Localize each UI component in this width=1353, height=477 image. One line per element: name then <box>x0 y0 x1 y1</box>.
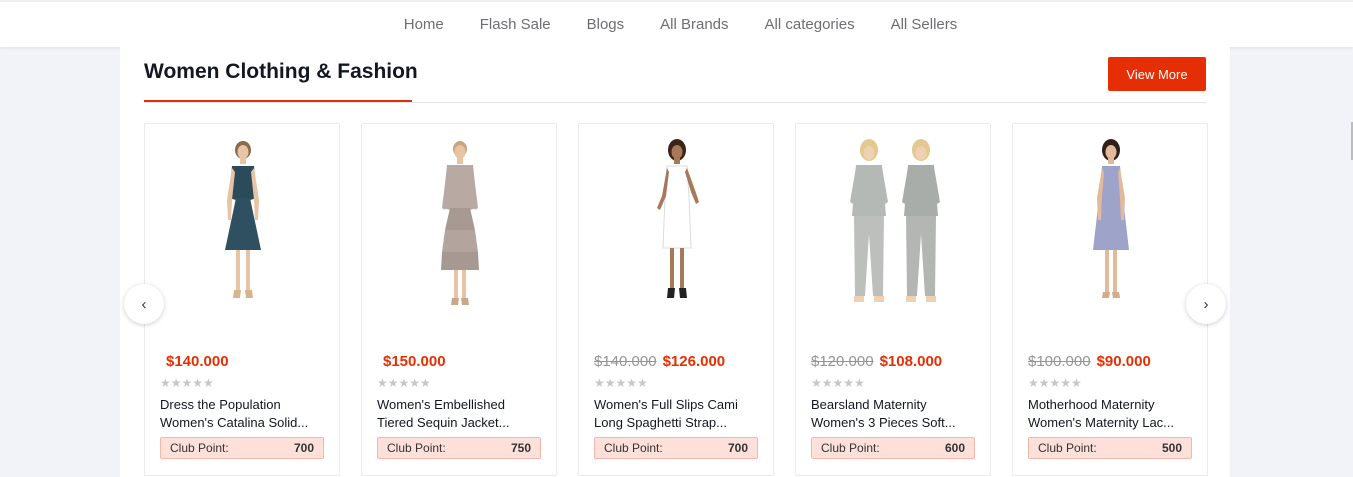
club-point-value: 600 <box>944 441 965 455</box>
section-title: Women Clothing & Fashion <box>144 60 418 83</box>
old-price: $100.000 <box>1028 353 1091 370</box>
product-name[interactable]: Motherhood Maternity Women's Maternity L… <box>1028 396 1196 432</box>
product-name-line1: Women's Embellished <box>377 397 505 412</box>
old-price: $120.000 <box>811 353 874 370</box>
product-carousel: $140.000 ★★★★★ Dress the Population Wome… <box>144 123 1208 476</box>
nav-menu: Home Flash Sale Blogs All Brands All cat… <box>0 2 1353 47</box>
product-image[interactable] <box>1013 138 1209 324</box>
product-name-line1: Bearsland Maternity <box>811 397 927 412</box>
section-divider <box>144 102 1206 103</box>
product-name-line1: Women's Full Slips Cami <box>594 397 738 412</box>
product-image[interactable] <box>362 138 558 324</box>
current-price: $90.000 <box>1096 353 1151 370</box>
product-image[interactable] <box>796 138 992 324</box>
price-row: $120.000 $108.000 <box>811 353 942 370</box>
price-row: $140.000 $126.000 <box>594 353 725 370</box>
view-more-button[interactable]: View More <box>1108 57 1206 91</box>
rating-stars: ★★★★★ <box>160 376 214 390</box>
chevron-right-icon: › <box>1203 295 1209 313</box>
price-row: $100.000 $90.000 <box>1028 353 1151 370</box>
nav-home[interactable]: Home <box>386 16 462 33</box>
current-price: $108.000 <box>879 353 943 370</box>
club-point-label: Club Point: <box>1038 441 1097 455</box>
rating-stars: ★★★★★ <box>811 376 865 390</box>
club-point-value: 750 <box>510 441 531 455</box>
club-point-label: Club Point: <box>170 441 229 455</box>
product-card[interactable]: $140.000 ★★★★★ Dress the Population Wome… <box>144 123 340 476</box>
price-row: $150.000 <box>377 353 446 370</box>
product-name-line2: Women's Catalina Solid... <box>160 415 309 430</box>
club-point-value: 500 <box>1161 441 1182 455</box>
product-name[interactable]: Bearsland Maternity Women's 3 Pieces Sof… <box>811 396 979 432</box>
club-point-label: Club Point: <box>604 441 663 455</box>
product-image[interactable] <box>145 138 341 324</box>
nav-all-brands[interactable]: All Brands <box>642 16 746 33</box>
nav-all-sellers[interactable]: All Sellers <box>873 16 976 33</box>
product-card[interactable]: $100.000 $90.000 ★★★★★ Motherhood Materni… <box>1012 123 1208 476</box>
rating-stars: ★★★★★ <box>594 376 648 390</box>
carousel-next-button[interactable]: › <box>1186 284 1226 324</box>
rating-stars: ★★★★★ <box>1028 376 1082 390</box>
carousel-prev-button[interactable]: ‹ <box>124 284 164 324</box>
product-card[interactable]: $150.000 ★★★★★ Women's Embellished Tiere… <box>361 123 557 476</box>
club-point-badge: Club Point: 700 <box>594 437 758 459</box>
product-name-line2: Women's 3 Pieces Soft... <box>811 415 956 430</box>
product-name-line2: Long Spaghetti Strap... <box>594 415 727 430</box>
club-point-label: Club Point: <box>387 441 446 455</box>
club-point-badge: Club Point: 750 <box>377 437 541 459</box>
rating-stars: ★★★★★ <box>377 376 431 390</box>
product-name-line2: Tiered Sequin Jacket... <box>377 415 510 430</box>
club-point-value: 700 <box>293 441 314 455</box>
product-name-line1: Dress the Population <box>160 397 281 412</box>
club-point-badge: Club Point: 700 <box>160 437 324 459</box>
club-point-value: 700 <box>727 441 748 455</box>
club-point-label: Club Point: <box>821 441 880 455</box>
product-name-line2: Women's Maternity Lac... <box>1028 415 1175 430</box>
product-card[interactable]: $120.000 $108.000 ★★★★★ Bearsland Materni… <box>795 123 991 476</box>
nav-all-categories[interactable]: All categories <box>747 16 873 33</box>
product-image[interactable] <box>579 138 775 324</box>
club-point-badge: Club Point: 500 <box>1028 437 1192 459</box>
chevron-left-icon: ‹ <box>141 295 147 313</box>
current-price: $140.000 <box>166 353 229 370</box>
nav-blogs[interactable]: Blogs <box>569 16 643 33</box>
product-name[interactable]: Women's Embellished Tiered Sequin Jacket… <box>377 396 545 432</box>
club-point-badge: Club Point: 600 <box>811 437 975 459</box>
product-name-line1: Motherhood Maternity <box>1028 397 1155 412</box>
women-clothing-section: Women Clothing & Fashion View More $140.… <box>120 47 1230 477</box>
nav-flash-sale[interactable]: Flash Sale <box>462 16 569 33</box>
product-name[interactable]: Dress the Population Women's Catalina So… <box>160 396 328 432</box>
current-price: $150.000 <box>383 353 446 370</box>
old-price: $140.000 <box>594 353 657 370</box>
current-price: $126.000 <box>662 353 726 370</box>
product-card[interactable]: $140.000 $126.000 ★★★★★ Women's Full Slip… <box>578 123 774 476</box>
top-navigation: Home Flash Sale Blogs All Brands All cat… <box>0 0 1353 47</box>
price-row: $140.000 <box>160 353 229 370</box>
product-name[interactable]: Women's Full Slips Cami Long Spaghetti S… <box>594 396 762 432</box>
